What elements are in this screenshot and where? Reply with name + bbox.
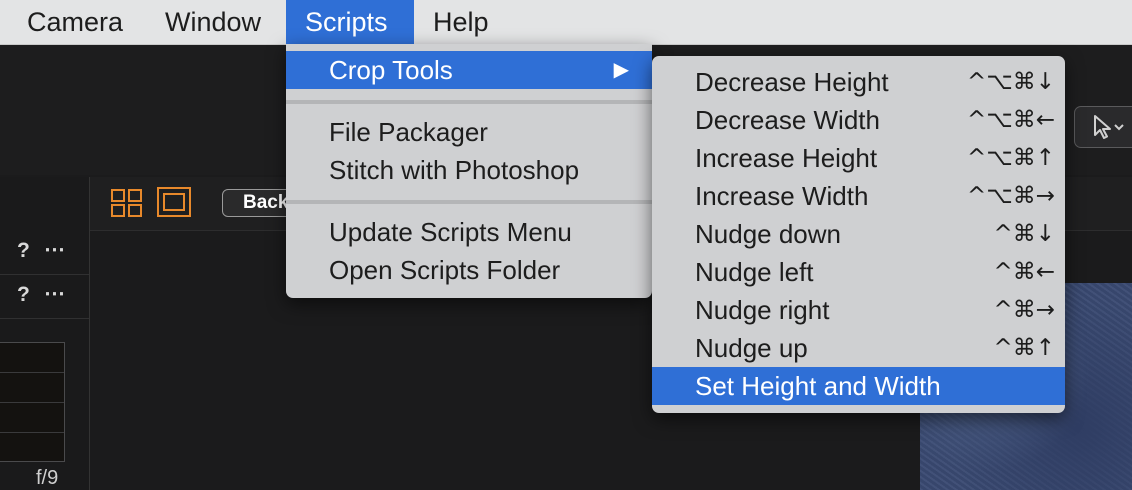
submenu-item-decrease-width[interactable]: Decrease Width ^⌥⌘← bbox=[652, 101, 1065, 139]
keyboard-shortcut: ^⌘↓ bbox=[993, 221, 1055, 247]
help-icon[interactable]: ? bbox=[17, 283, 30, 307]
menu-separator bbox=[286, 100, 652, 104]
scripts-menu: Crop Tools ▶ File Packager Stitch with P… bbox=[286, 44, 652, 298]
menu-window[interactable]: Window bbox=[146, 0, 280, 44]
menu-item-label: Crop Tools bbox=[329, 55, 453, 85]
panel-row: ? ⋯ bbox=[0, 275, 89, 319]
submenu-arrow-icon: ▶ bbox=[613, 59, 629, 81]
keyboard-shortcut: ^⌥⌘← bbox=[966, 107, 1055, 133]
submenu-item-set-height-width[interactable]: Set Height and Width bbox=[652, 367, 1065, 405]
panel-row: ? ⋯ bbox=[0, 231, 89, 275]
menu-item-update-scripts[interactable]: Update Scripts Menu bbox=[286, 213, 652, 251]
single-view-icon[interactable] bbox=[157, 187, 191, 217]
menu-item-file-packager[interactable]: File Packager bbox=[286, 113, 652, 151]
submenu-item-label: Set Height and Width bbox=[695, 371, 941, 401]
submenu-item-increase-width[interactable]: Increase Width ^⌥⌘→ bbox=[652, 177, 1065, 215]
submenu-item-decrease-height[interactable]: Decrease Height ^⌥⌘↓ bbox=[652, 63, 1065, 101]
keyboard-shortcut: ^⌥⌘↓ bbox=[966, 69, 1055, 95]
submenu-item-nudge-right[interactable]: Nudge right ^⌘→ bbox=[652, 291, 1065, 329]
menu-item-crop-tools[interactable]: Crop Tools ▶ bbox=[286, 51, 652, 89]
keyboard-shortcut: ^⌘↑ bbox=[993, 335, 1055, 361]
submenu-item-label: Nudge up bbox=[695, 333, 808, 363]
menu-scripts[interactable]: Scripts bbox=[286, 0, 414, 44]
help-icon[interactable]: ? bbox=[17, 239, 30, 263]
submenu-item-label: Increase Width bbox=[695, 181, 869, 211]
submenu-item-nudge-down[interactable]: Nudge down ^⌘↓ bbox=[652, 215, 1065, 253]
keyboard-shortcut: ^⌥⌘→ bbox=[966, 183, 1055, 209]
more-options-icon[interactable]: ⋯ bbox=[44, 237, 66, 262]
pointer-tool-button[interactable] bbox=[1074, 106, 1132, 148]
menu-help[interactable]: Help bbox=[414, 0, 508, 44]
grid-view-icon[interactable] bbox=[111, 189, 143, 217]
submenu-item-nudge-up[interactable]: Nudge up ^⌘↑ bbox=[652, 329, 1065, 367]
submenu-item-label: Decrease Height bbox=[695, 67, 889, 97]
keyboard-shortcut: ^⌥⌘↑ bbox=[966, 145, 1055, 171]
submenu-item-increase-height[interactable]: Increase Height ^⌥⌘↑ bbox=[652, 139, 1065, 177]
submenu-item-label: Nudge right bbox=[695, 295, 830, 325]
submenu-item-label: Increase Height bbox=[695, 143, 878, 173]
menu-camera[interactable]: Camera bbox=[8, 0, 142, 44]
keyboard-shortcut: ^⌘→ bbox=[993, 297, 1055, 323]
keyboard-shortcut: ^⌘← bbox=[993, 259, 1055, 285]
menu-bar: Camera Window Scripts Help bbox=[0, 0, 1132, 45]
menu-separator bbox=[286, 200, 652, 204]
submenu-item-label: Decrease Width bbox=[695, 105, 880, 135]
menu-item-stitch-photoshop[interactable]: Stitch with Photoshop bbox=[286, 151, 652, 189]
histogram-panel bbox=[0, 342, 65, 462]
submenu-item-label: Nudge down bbox=[695, 219, 841, 249]
aperture-value: f/9 bbox=[36, 467, 59, 489]
crop-tools-submenu: Decrease Height ^⌥⌘↓ Decrease Width ^⌥⌘←… bbox=[652, 56, 1065, 413]
submenu-item-label: Nudge left bbox=[695, 257, 814, 287]
more-options-icon[interactable]: ⋯ bbox=[44, 281, 66, 306]
menu-item-open-scripts-folder[interactable]: Open Scripts Folder bbox=[286, 251, 652, 289]
submenu-item-nudge-left[interactable]: Nudge left ^⌘← bbox=[652, 253, 1065, 291]
